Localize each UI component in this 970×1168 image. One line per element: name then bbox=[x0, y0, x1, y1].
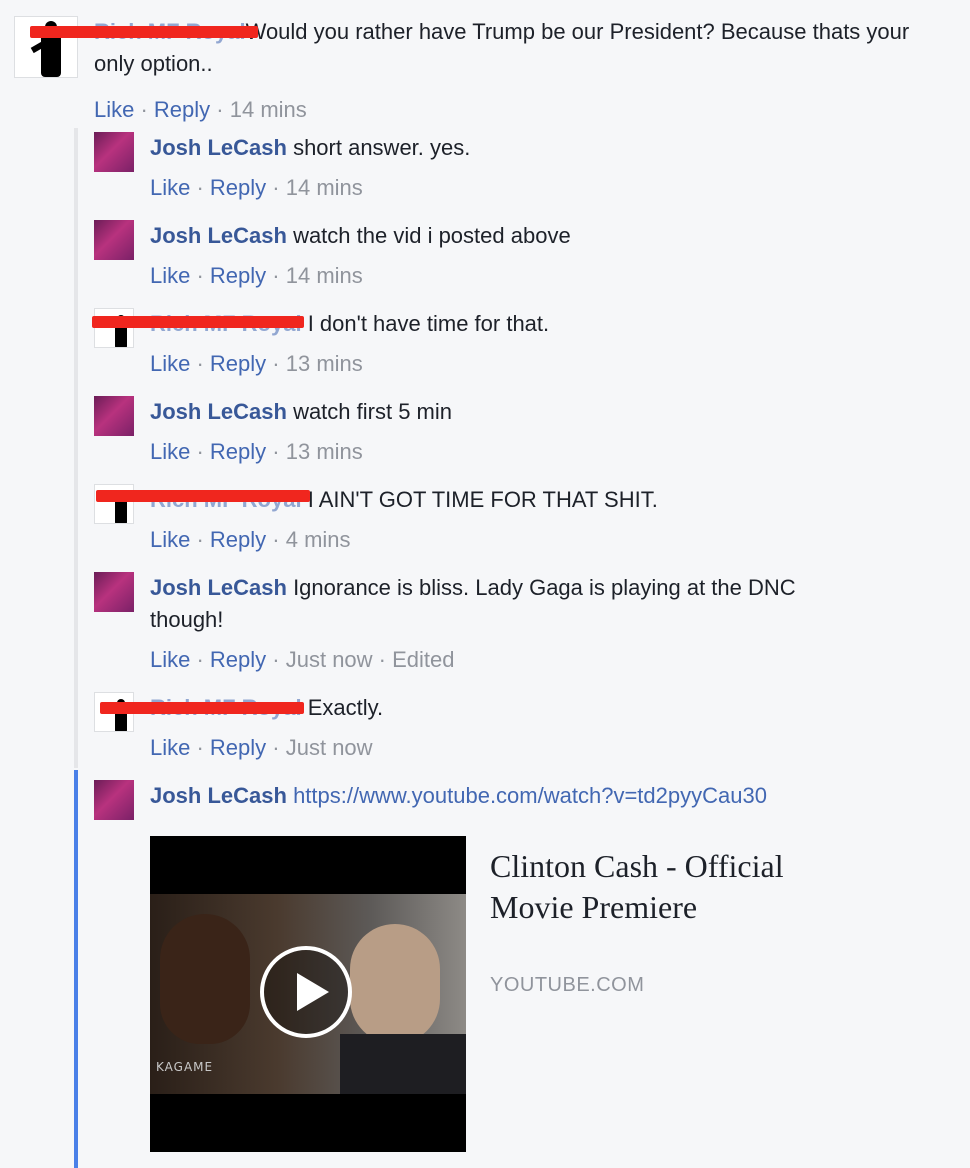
thumbnail-caption: KAGAME bbox=[156, 1060, 214, 1074]
avatar-josh-icon[interactable] bbox=[94, 132, 134, 172]
timestamp[interactable]: 13 mins bbox=[286, 351, 363, 376]
reply-text: short answer. yes. bbox=[293, 135, 471, 160]
timestamp[interactable]: 14 mins bbox=[286, 175, 363, 200]
reply-link[interactable]: Reply bbox=[210, 351, 266, 376]
reply-link[interactable]: Reply bbox=[210, 175, 266, 200]
avatar-josh-icon[interactable] bbox=[94, 780, 134, 820]
reply-author[interactable]: Josh LeCash bbox=[150, 399, 287, 424]
reply-link[interactable]: Reply bbox=[210, 263, 266, 288]
like-link[interactable]: Like bbox=[150, 527, 190, 552]
timestamp[interactable]: 14 mins bbox=[286, 263, 363, 288]
redaction-bar bbox=[92, 316, 304, 328]
reply-author[interactable]: Josh LeCash bbox=[150, 783, 287, 808]
reply-text: I don't have time for that. bbox=[307, 311, 550, 336]
like-link[interactable]: Like bbox=[150, 351, 190, 376]
reply-link[interactable]: Reply bbox=[210, 735, 266, 760]
timestamp[interactable]: 4 mins bbox=[286, 527, 351, 552]
edited-label[interactable]: Edited bbox=[392, 647, 454, 672]
timestamp[interactable]: Just now bbox=[286, 735, 373, 760]
thread-line-active bbox=[74, 770, 78, 1168]
like-link[interactable]: Like bbox=[150, 735, 190, 760]
link-preview-domain: YOUTUBE.COM bbox=[490, 974, 645, 996]
avatar-rich-icon[interactable] bbox=[94, 308, 134, 348]
like-link[interactable]: Like bbox=[150, 175, 190, 200]
avatar-josh-icon[interactable] bbox=[94, 572, 134, 612]
video-thumbnail[interactable]: KAGAME bbox=[150, 836, 466, 1152]
comment-actions: Like · Reply · 14 mins bbox=[94, 97, 307, 122]
like-link[interactable]: Like bbox=[150, 439, 190, 464]
timestamp[interactable]: 13 mins bbox=[286, 439, 363, 464]
thread-line bbox=[74, 128, 78, 768]
redaction-bar bbox=[30, 26, 258, 38]
reply-url-link[interactable]: https://www.youtube.com/watch?v=td2pyyCa… bbox=[293, 783, 767, 808]
reply-text: watch the vid i posted above bbox=[293, 223, 571, 248]
reply-text: watch first 5 min bbox=[293, 399, 452, 424]
link-preview-title[interactable]: Clinton Cash - Official Movie Premiere bbox=[490, 846, 870, 928]
reply-link[interactable]: Reply bbox=[210, 527, 266, 552]
play-icon[interactable] bbox=[260, 946, 352, 1038]
like-link[interactable]: Like bbox=[150, 647, 190, 672]
reply-text: I AIN'T GOT TIME FOR THAT SHIT. bbox=[307, 487, 658, 512]
redaction-bar bbox=[96, 490, 310, 502]
timestamp[interactable]: 14 mins bbox=[230, 97, 307, 122]
redaction-bar bbox=[100, 702, 304, 714]
timestamp[interactable]: Just now bbox=[286, 647, 373, 672]
reply-link[interactable]: Reply bbox=[210, 439, 266, 464]
like-link[interactable]: Like bbox=[150, 263, 190, 288]
reply-link[interactable]: Reply bbox=[210, 647, 266, 672]
reply-text: Exactly. bbox=[307, 695, 384, 720]
reply-author[interactable]: Josh LeCash bbox=[150, 575, 287, 600]
reply-link[interactable]: Reply bbox=[154, 97, 210, 122]
reply-author[interactable]: Josh LeCash bbox=[150, 223, 287, 248]
avatar-josh-icon[interactable] bbox=[94, 220, 134, 260]
reply-author[interactable]: Josh LeCash bbox=[150, 135, 287, 160]
avatar-josh-icon[interactable] bbox=[94, 396, 134, 436]
like-link[interactable]: Like bbox=[94, 97, 134, 122]
